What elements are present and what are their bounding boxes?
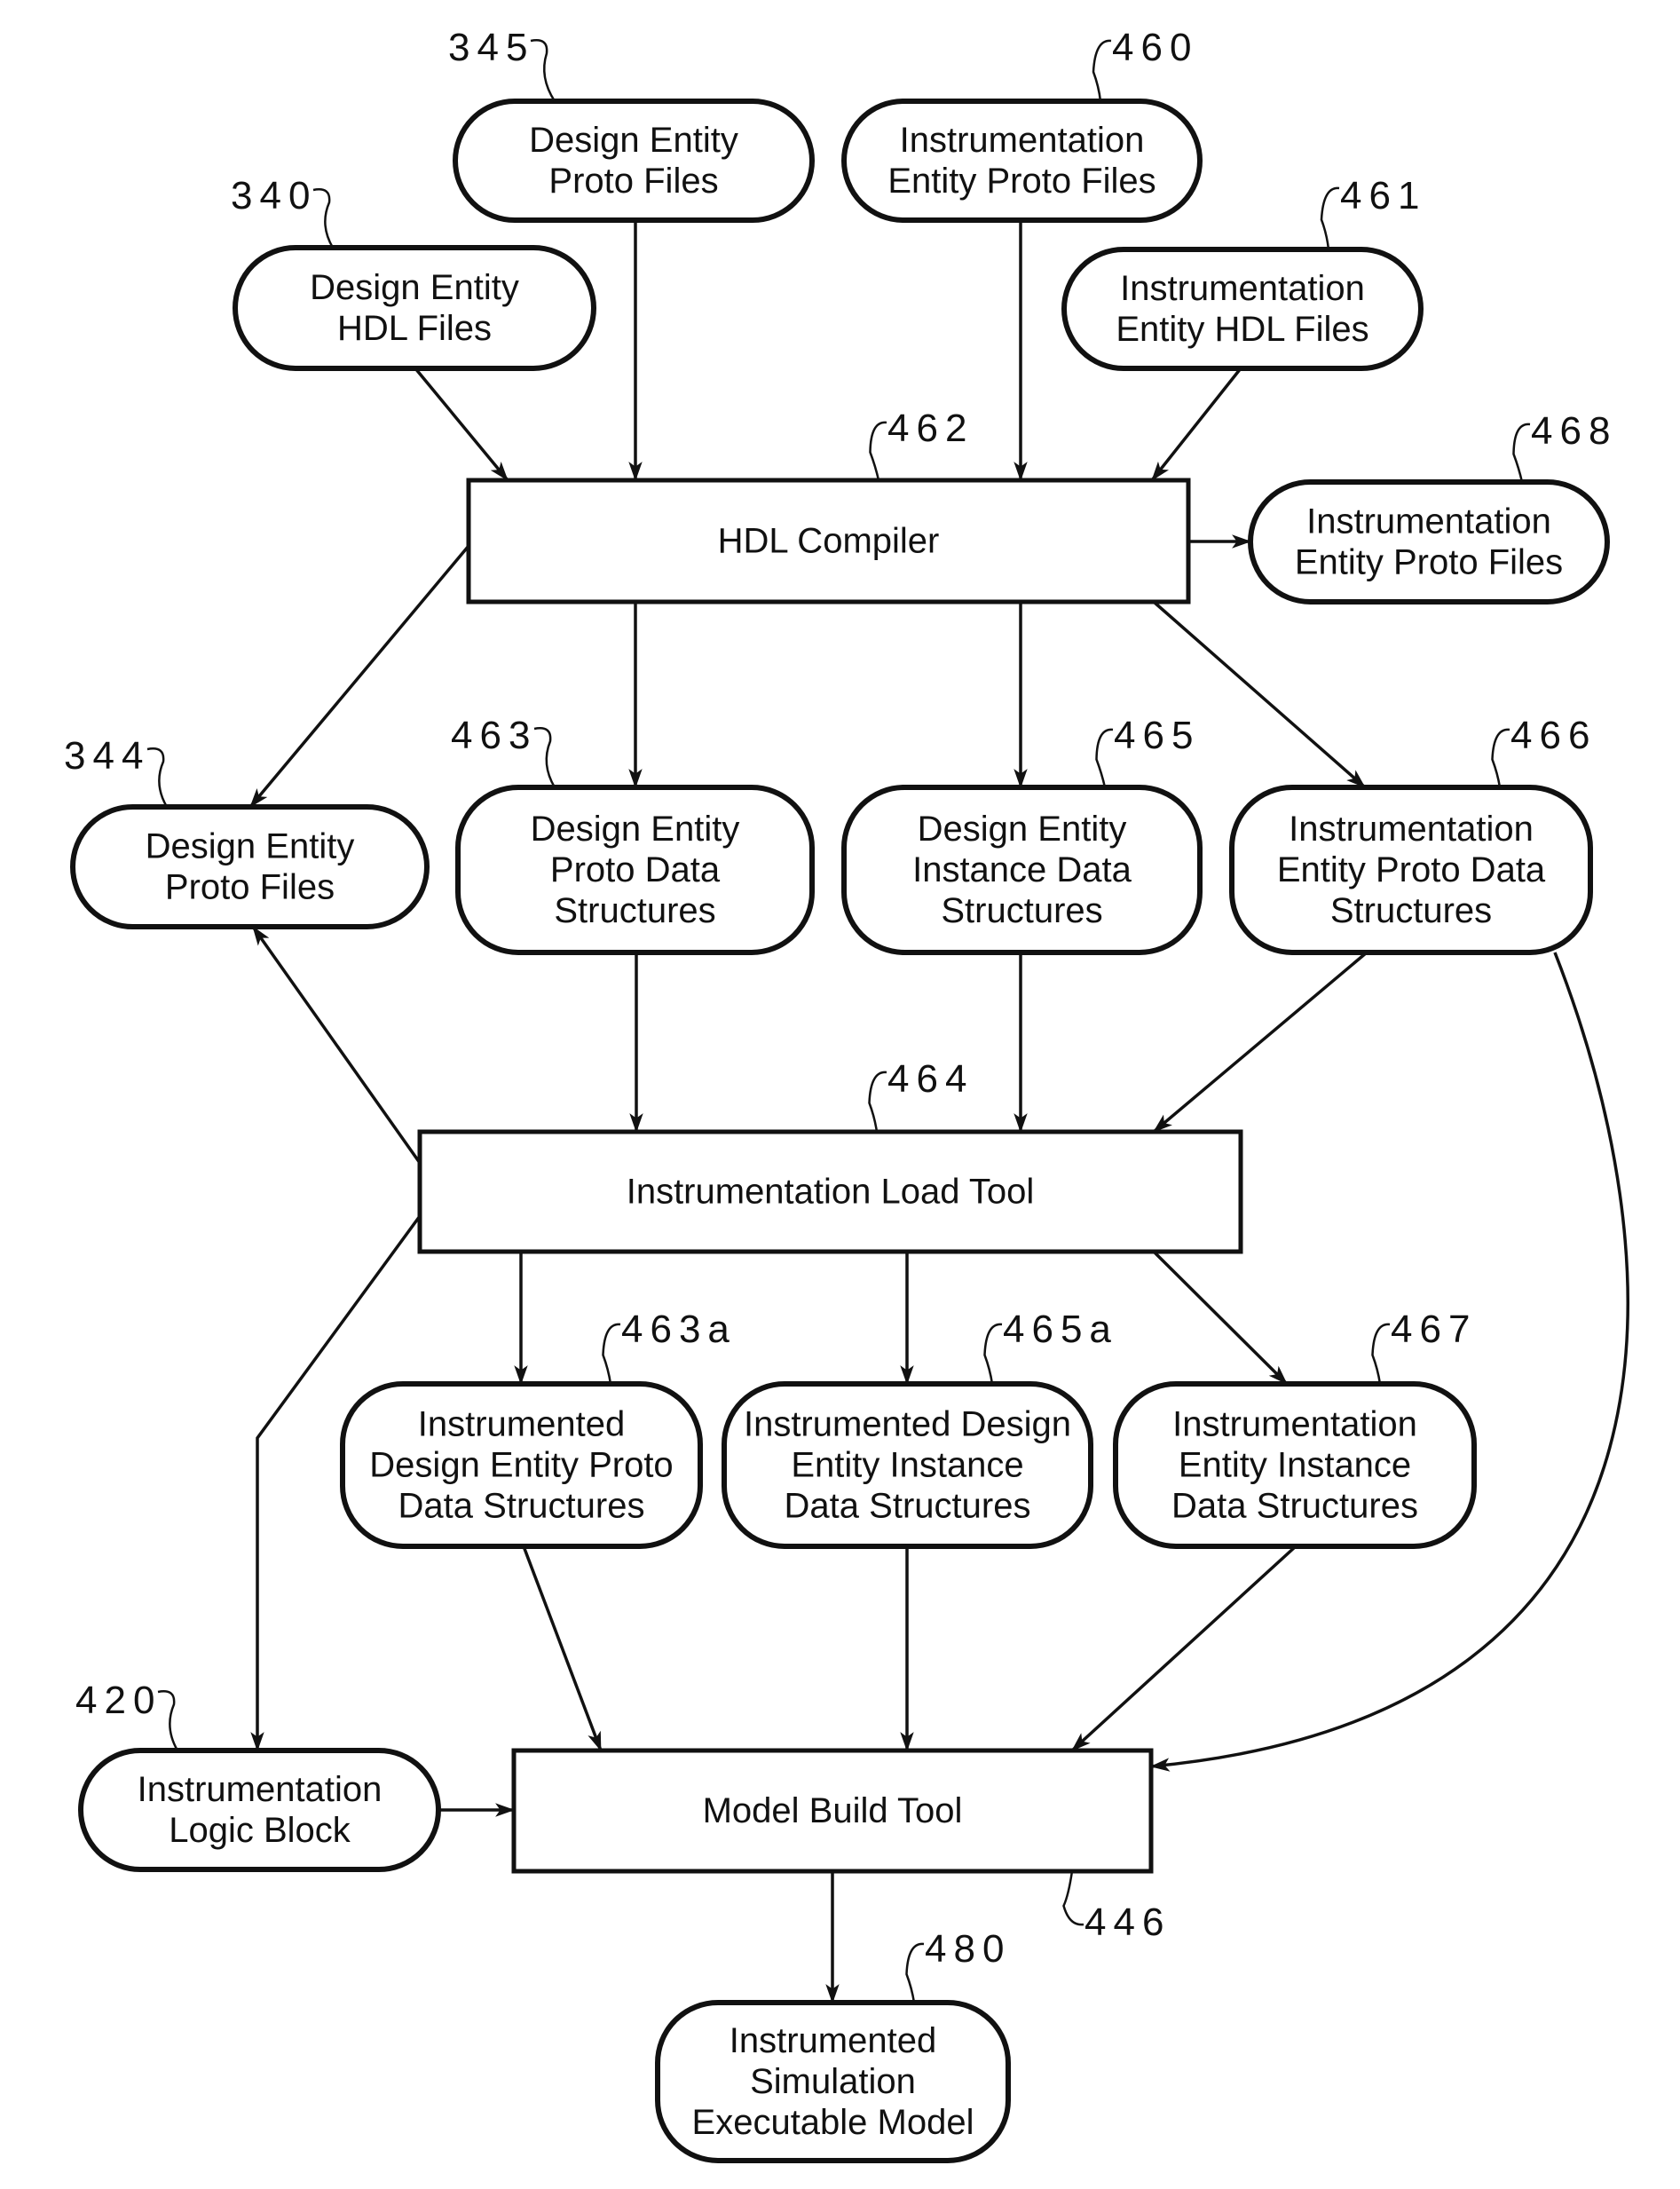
reference-numeral: 480 [925, 1927, 1011, 1971]
node-label-line: Design Entity Proto [369, 1445, 673, 1484]
node-label-line: Model Build Tool [703, 1791, 963, 1830]
node-label-line: Proto Files [165, 867, 335, 906]
node-label-line: Entity Proto Files [887, 162, 1155, 201]
node-label-line: Data Structures [398, 1486, 645, 1525]
reference-numeral: 420 [75, 1679, 162, 1722]
node-label-line: Structures [1330, 891, 1492, 930]
reference-leader [602, 1323, 621, 1385]
node-464: Instrumentation Load Tool 464 [417, 1057, 1243, 1254]
reference-numeral: 462 [887, 407, 974, 450]
node-label-line: Instrumentation [138, 1770, 383, 1809]
node-label-line: Instrumented [418, 1404, 625, 1443]
node-label-line: Instrumentation [1120, 269, 1365, 308]
node-label-line: Design Entity [146, 826, 355, 865]
node-label-line: Instrumented [730, 2021, 936, 2060]
reference-numeral: 460 [1112, 26, 1198, 69]
node-label-line: Entity Proto Files [1295, 542, 1563, 581]
node-label-line: Instrumentation [900, 121, 1145, 160]
reference-leader [1371, 1323, 1391, 1385]
reference-numeral: 464 [887, 1057, 974, 1101]
reference-numeral: 465 [1114, 714, 1200, 757]
reference-leader [1320, 186, 1340, 250]
node-label-line: Instrumentation Load Tool [627, 1172, 1035, 1211]
node-463a: InstrumentedDesign Entity ProtoData Stru… [340, 1308, 737, 1549]
node-label-line: HDL Compiler [718, 521, 940, 560]
reference-leader [1092, 39, 1112, 102]
reference-numeral: 465a [1003, 1308, 1118, 1351]
node-label-line: Structures [941, 891, 1102, 930]
reference-numeral: 344 [64, 734, 150, 778]
node-label-line: Instrumented Design [744, 1404, 1071, 1443]
reference-leader [868, 1071, 887, 1133]
reference-leader [1512, 423, 1531, 483]
node-label-line: Instrumentation [1289, 810, 1534, 849]
node-label-line: Instrumentation [1306, 502, 1551, 541]
node-label-line: Instance Data [912, 850, 1132, 889]
edge-467-446 [1070, 1545, 1297, 1752]
node-label-line: Entity Instance [791, 1445, 1023, 1484]
node-label-line: Executable Model [692, 2103, 974, 2142]
node-460: InstrumentationEntity Proto Files 460 [841, 26, 1203, 223]
node-465a: Instrumented DesignEntity InstanceData S… [722, 1308, 1118, 1549]
node-446: Model Build Tool 446 [511, 1748, 1171, 1944]
reference-numeral: 466 [1510, 714, 1597, 757]
node-label-line: HDL Files [337, 309, 492, 348]
node-label-line: Entity HDL Files [1116, 310, 1368, 349]
node-345: Design EntityProto Files 345 [448, 26, 815, 223]
edge-462-344 [248, 544, 470, 809]
reference-numeral: 461 [1340, 174, 1426, 217]
node-480: InstrumentedSimulationExecutable Model 48… [655, 1927, 1011, 2163]
reference-numeral: 340 [231, 174, 317, 217]
node-label-line: Entity Instance [1179, 1445, 1411, 1484]
reference-leader [1095, 728, 1114, 788]
node-label-line: Proto Files [548, 162, 718, 201]
edge-466-464 [1152, 951, 1368, 1134]
reference-numeral: 468 [1531, 409, 1617, 453]
node-label-line: Entity Proto Data [1277, 850, 1546, 889]
node-344: Design EntityProto Files 344 [64, 734, 430, 929]
reference-numeral: 467 [1391, 1308, 1477, 1351]
node-462: HDL Compiler 462 [466, 407, 1191, 605]
reference-leader [869, 421, 887, 481]
node-label-line: Data Structures [1171, 1486, 1418, 1525]
node-label-line: Design Entity [310, 268, 519, 307]
node-label-line: Design Entity [918, 810, 1127, 849]
node-label-line: Design Entity [529, 121, 738, 160]
edge-463a-446 [522, 1545, 603, 1752]
node-463: Design EntityProto DataStructures 463 [451, 714, 815, 955]
reference-numeral: 345 [448, 26, 534, 69]
edge-462-466 [1152, 600, 1367, 789]
reference-numeral: 463 [451, 714, 537, 757]
node-label-line: Data Structures [785, 1486, 1031, 1525]
node-label-line: Structures [554, 891, 715, 930]
node-label-line: Simulation [750, 2062, 916, 2101]
node-label-line: Logic Block [169, 1811, 351, 1850]
nodes-layer: Design EntityProto Files345Instrumentati… [64, 26, 1617, 2163]
reference-leader [905, 1942, 925, 2003]
edge-464-467 [1152, 1250, 1289, 1386]
reference-numeral: 463a [621, 1308, 737, 1351]
reference-leader [1062, 1870, 1085, 1926]
edge-464-344 [251, 925, 422, 1165]
node-466: InstrumentationEntity Proto DataStructur… [1229, 714, 1597, 955]
edge-340-462 [414, 367, 509, 482]
reference-leader [983, 1323, 1003, 1385]
reference-leader [1491, 728, 1510, 788]
node-label-line: Instrumentation [1172, 1404, 1417, 1443]
node-label-line: Proto Data [550, 850, 721, 889]
reference-leader [533, 727, 556, 788]
node-468: InstrumentationEntity Proto Files 468 [1248, 409, 1617, 605]
edge-461-462 [1150, 367, 1242, 482]
flow-diagram: Design EntityProto Files345Instrumentati… [64, 26, 1629, 2163]
reference-numeral: 446 [1085, 1901, 1171, 1944]
node-label-line: Design Entity [531, 810, 740, 849]
node-467: InstrumentationEntity InstanceData Struc… [1113, 1308, 1477, 1549]
